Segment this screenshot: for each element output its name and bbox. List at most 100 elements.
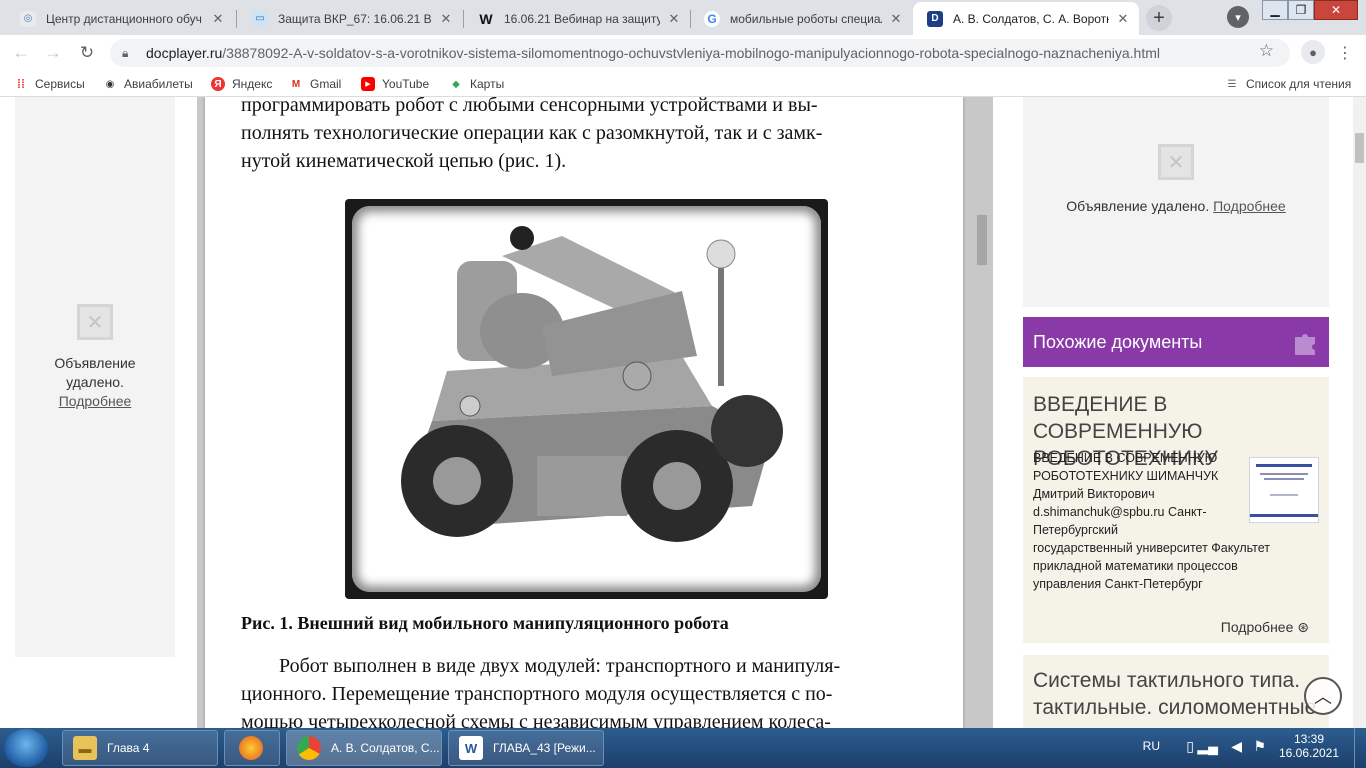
bookmark-maps[interactable]: ◆ Карты (449, 75, 504, 93)
broken-image-icon: ✕ (1158, 144, 1194, 180)
ad-text-line: Объявление (54, 355, 136, 371)
card-body-line: РОБОТОТЕХНИКУ ШИМАНЧУК (1033, 469, 1219, 483)
action-center-icon[interactable]: ⚑ (1253, 738, 1266, 755)
minimize-button[interactable]: ▁ (1262, 0, 1288, 20)
ad-more-link[interactable]: Подробнее (1213, 198, 1286, 214)
reading-list[interactable]: ☰ Список для чтения (1225, 75, 1352, 93)
show-desktop-button[interactable] (1354, 728, 1366, 768)
taskbar-explorer[interactable]: ▬ Глава 4 (62, 730, 218, 766)
clock-time: 13:39 (1293, 732, 1325, 746)
close-window-button[interactable]: ✕ (1314, 0, 1358, 20)
close-icon[interactable]: ✕ (210, 11, 226, 27)
youtube-icon: ▶ (361, 77, 375, 91)
bookmark-label: Авиабилеты (124, 77, 193, 91)
similar-card[interactable]: Системы тактильного типа. тактильные. си… (1023, 655, 1329, 728)
word-w-icon: W (479, 10, 493, 27)
ad-more-link[interactable]: Подробнее (15, 392, 175, 411)
document-viewer: программировать робот с любыми сенсорным… (197, 97, 993, 728)
tab-2[interactable]: ▭ Защита ВКР_67: 16.06.21 Веби ✕ (238, 2, 462, 35)
language-indicator[interactable]: RU (1143, 739, 1160, 753)
bookmark-label: Gmail (310, 77, 342, 91)
right-sidebar: ✕ Объявление удалено. Подробнее Похожие … (1023, 97, 1329, 728)
back-button[interactable]: ← (8, 40, 34, 66)
page-content: ✕ Объявление удалено. Подробнее программ… (0, 97, 1366, 728)
lock-icon[interactable]: 🔒︎ (122, 46, 136, 61)
text-line: ционного. Перемещение транспортного моду… (241, 683, 833, 705)
signal-icon[interactable]: ▂▄ (1197, 738, 1218, 755)
bookmark-youtube[interactable]: ▶ YouTube (361, 75, 429, 93)
globe-icon: ◉ (105, 78, 115, 90)
tab-3[interactable]: W 16.06.21 Вебинар на защиту В ✕ (464, 2, 690, 35)
tab-1[interactable]: ◎ Центр дистанционного обуч ✕ (6, 2, 234, 35)
document-scrollbar-thumb[interactable] (977, 215, 987, 265)
card-body-line: прикладной математики процессов (1033, 559, 1238, 573)
account-icon[interactable]: ● (1301, 40, 1325, 64)
bookmark-gmail[interactable]: M Gmail (289, 75, 342, 93)
volume-icon[interactable]: ◀ (1231, 738, 1242, 755)
bookmark-label: Карты (470, 77, 505, 91)
maps-icon: ◆ (452, 78, 460, 90)
close-icon[interactable]: ✕ (888, 11, 904, 27)
section-title: Похожие документы (1033, 331, 1203, 352)
card-title-line: Системы тактильного типа. (1033, 669, 1301, 692)
card-body-line: государственный университет Факультет (1033, 541, 1270, 555)
bookmark-label: YouTube (382, 77, 430, 91)
start-button[interactable] (4, 729, 48, 767)
clock[interactable]: 13:39 16.06.2021 (1274, 732, 1344, 760)
paragraph: Робот выполнен в виде двух модулей: тран… (241, 652, 931, 728)
bookmark-yandex[interactable]: Я Яндекс (211, 75, 272, 93)
tab-5-active[interactable]: D А. В. Солдатов, С. А. Воротни ✕ (913, 2, 1139, 35)
text-line: полнять технологические операции как с р… (241, 122, 823, 144)
network-icon[interactable]: ▯ (1186, 738, 1194, 755)
close-icon[interactable]: ✕ (666, 11, 682, 27)
menu-icon[interactable]: ⋮ (1335, 40, 1355, 66)
tab-strip: ◎ Центр дистанционного обуч ✕ ▭ Защита В… (0, 0, 1366, 35)
tab-search-icon[interactable]: ▾ (1227, 6, 1249, 28)
card-title[interactable]: Системы тактильного типа. тактильные. си… (1023, 655, 1329, 721)
text-line: мощью четырехколесной схемы с независимы… (241, 711, 831, 728)
globe-icon: ◎ (20, 10, 36, 27)
robot-image (401, 226, 783, 542)
folder-icon: ▬ (73, 736, 97, 760)
card-body-line: d.shimanchuk@spbu.ru Санкт- (1033, 505, 1207, 519)
card-body-line: управления Санкт-Петербург (1033, 577, 1203, 591)
page-scrollbar-thumb[interactable] (1355, 133, 1364, 163)
new-tab-button[interactable]: + (1146, 5, 1172, 31)
text-line: программировать робот с любыми сенсорным… (241, 97, 818, 116)
card-title-line: тактильные. силомоментные (1033, 696, 1317, 719)
gmail-icon: M (291, 78, 301, 90)
tab-title: 16.06.21 Вебинар на защиту В (504, 11, 660, 26)
bookmark-avia[interactable]: ◉ Авиабилеты (103, 75, 193, 93)
puzzle-icon (1295, 334, 1315, 355)
right-ad: ✕ Объявление удалено. Подробнее (1023, 97, 1329, 307)
bookmarks-bar: ⁞⁞ Сервисы ◉ Авиабилеты Я Яндекс M Gmail… (0, 71, 1366, 97)
taskbar-chrome[interactable]: А. В. Солдатов, С... (286, 730, 442, 766)
taskbar-firefox[interactable] (224, 730, 280, 766)
tab-4[interactable]: G мобильные роботы специал ✕ (690, 2, 912, 35)
page-scrollbar[interactable] (1353, 97, 1366, 728)
similar-card[interactable]: ВВЕДЕНИЕ В СОВРЕМЕННУЮ РОБОТОТЕХНИКУ ВВЕ… (1023, 377, 1329, 643)
chrome-icon (297, 736, 321, 760)
forward-button[interactable]: → (40, 40, 66, 66)
arrow-circle-icon: ⊛ (1297, 619, 1309, 635)
bookmark-services[interactable]: ⁞⁞ Сервисы (14, 75, 85, 93)
apps-grid-icon: ⁞⁞ (17, 77, 25, 91)
bookmark-star-icon[interactable]: ☆ (1259, 41, 1274, 61)
close-icon[interactable]: ✕ (438, 11, 454, 27)
bookmark-label: Сервисы (35, 77, 85, 91)
card-more-link[interactable]: Подробнее ⊛ (1221, 619, 1309, 636)
ad-text: Объявление удалено. (1066, 198, 1210, 214)
url-path: /38878092-A-v-soldatov-s-a-vorotnikov-si… (222, 45, 1160, 61)
document-thumbnail[interactable] (1249, 457, 1319, 523)
reading-list-label: Список для чтения (1246, 77, 1352, 91)
maximize-button[interactable]: ❐ (1288, 0, 1314, 20)
taskbar-word[interactable]: W ГЛАВА_43 [Режи... (448, 730, 604, 766)
tab-title: Защита ВКР_67: 16.06.21 Веби (278, 11, 432, 26)
address-bar[interactable]: 🔒︎ docplayer.ru/38878092-A-v-soldatov-s-… (110, 39, 1290, 67)
close-icon[interactable]: ✕ (1115, 11, 1131, 27)
reload-button[interactable]: ↻ (74, 40, 100, 66)
ad-text-line: удалено. (66, 374, 124, 390)
scroll-to-top-button[interactable]: ︿ (1304, 677, 1342, 715)
page-icon: ▭ (252, 10, 268, 27)
taskbar-label: Глава 4 (107, 741, 150, 755)
